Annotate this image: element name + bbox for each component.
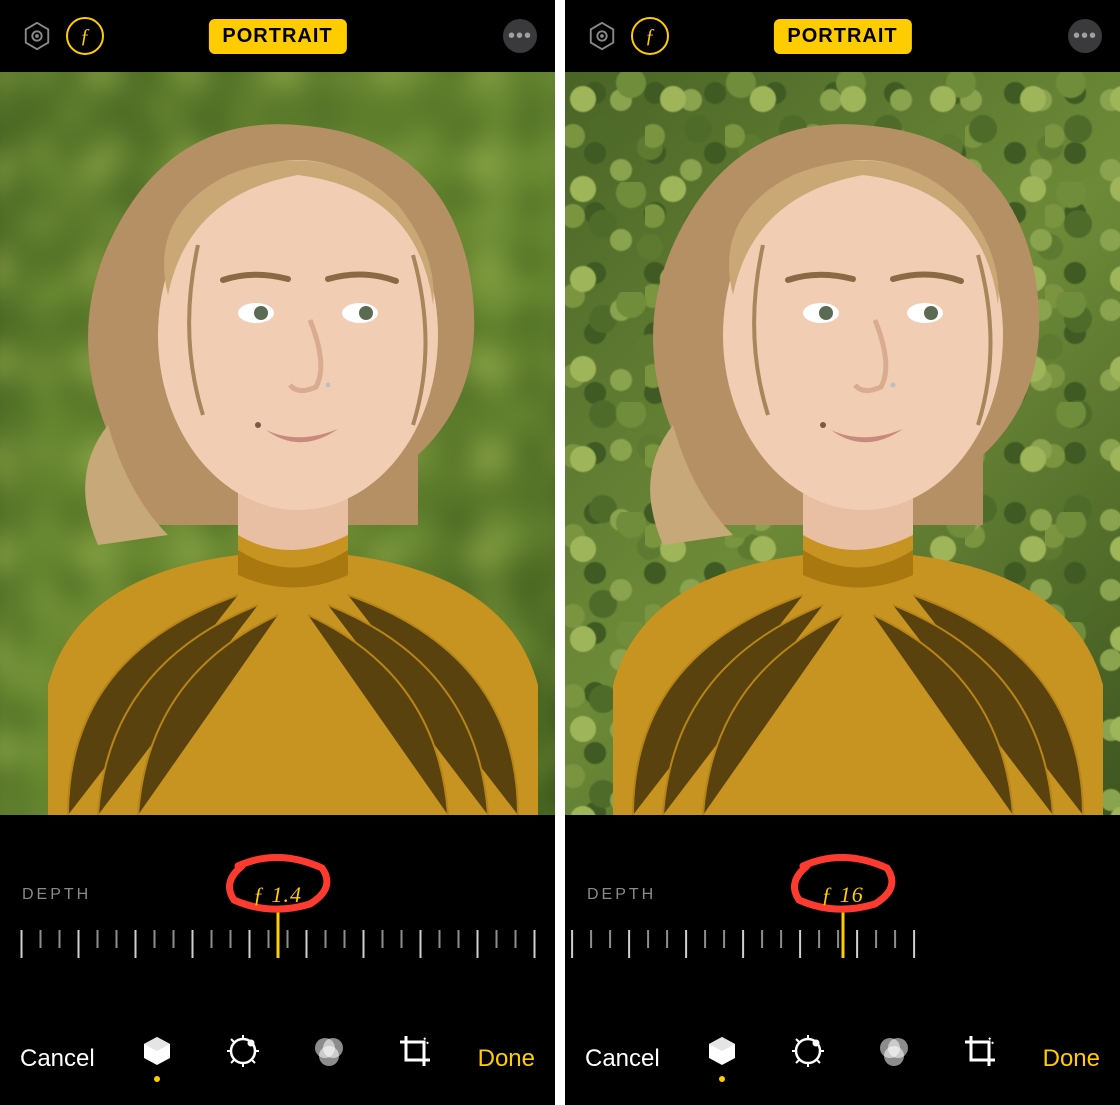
top-bar: ƒ PORTRAIT ••• [0,0,555,72]
aperture-f-icon[interactable]: ƒ [66,17,104,55]
lighting-hexagon-icon[interactable] [583,17,621,55]
adjust-tool-icon[interactable] [788,1034,828,1084]
active-tool-dot [154,1076,160,1082]
editor-pane-left: ƒ PORTRAIT ••• [0,0,555,1105]
side-by-side-container: ƒ PORTRAIT ••• [0,0,1120,1105]
bottom-toolbar: Cancel Done [0,1013,555,1105]
toolbar-icons [702,1034,1000,1084]
depth-label: DEPTH [22,886,91,904]
slider-ticks [565,930,915,976]
aperture-glyph: ƒ [645,25,655,48]
top-bar: ƒ PORTRAIT ••• [565,0,1120,72]
cancel-button[interactable]: Cancel [585,1045,660,1073]
crop-tool-icon[interactable] [960,1034,1000,1084]
bottom-toolbar: Cancel Done [565,1013,1120,1105]
mode-badge[interactable]: PORTRAIT [208,19,346,54]
depth-label: DEPTH [587,886,656,904]
aperture-glyph: ƒ [80,25,90,48]
done-button[interactable]: Done [1043,1045,1100,1073]
photo-preview[interactable] [0,72,555,815]
aperture-f-icon[interactable]: ƒ [631,17,669,55]
photo-subject [0,95,555,815]
depth-value: ƒ 16 [821,882,864,908]
toolbar-icons [137,1034,435,1084]
crop-tool-icon[interactable] [395,1034,435,1084]
adjust-tool-icon[interactable] [223,1034,263,1084]
photo-subject [565,95,1120,815]
filters-tool-icon[interactable] [874,1034,914,1084]
lighting-hexagon-icon[interactable] [18,17,56,55]
done-button[interactable]: Done [478,1045,535,1073]
filters-tool-icon[interactable] [309,1034,349,1084]
slider-ticks [20,930,535,976]
depth-value: ƒ 1.4 [253,882,302,908]
portrait-lighting-tool-icon[interactable] [702,1034,742,1084]
photo-preview[interactable] [565,72,1120,815]
cancel-button[interactable]: Cancel [20,1045,95,1073]
more-button[interactable]: ••• [503,19,537,53]
depth-slider[interactable] [0,930,555,990]
mode-badge[interactable]: PORTRAIT [773,19,911,54]
top-left-controls: ƒ [18,17,104,55]
portrait-lighting-tool-icon[interactable] [137,1034,177,1084]
editor-pane-right: ƒ PORTRAIT ••• [565,0,1120,1105]
active-tool-dot [719,1076,725,1082]
depth-slider[interactable] [565,930,1120,990]
top-left-controls: ƒ [583,17,669,55]
more-button[interactable]: ••• [1068,19,1102,53]
